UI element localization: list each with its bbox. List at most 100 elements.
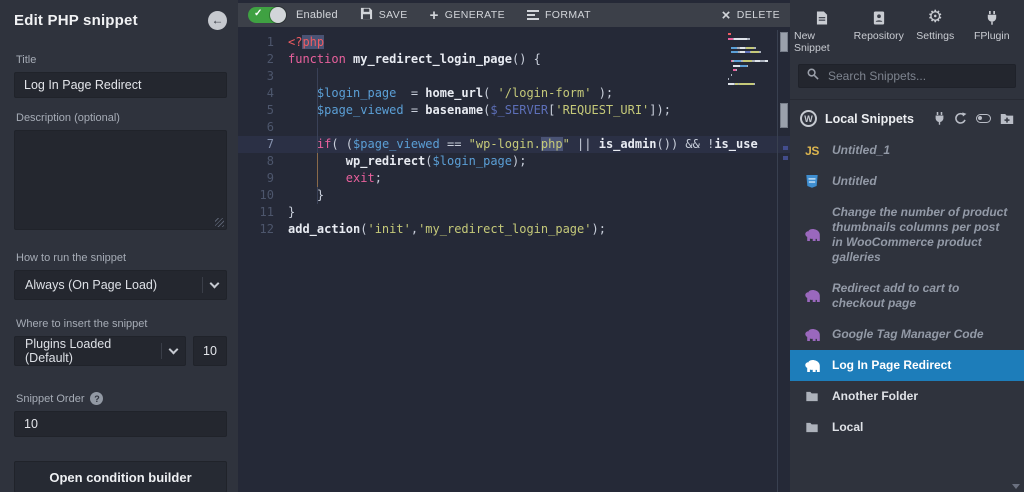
run-select-value: Always (On Page Load) — [25, 278, 158, 292]
insert-select[interactable]: Plugins Loaded (Default) — [14, 336, 186, 366]
gear-icon: ⚙ — [927, 7, 943, 26]
snippet-item[interactable]: Change the number of product thumbnails … — [790, 197, 1024, 273]
title-input[interactable] — [14, 72, 227, 98]
php-icon — [802, 328, 822, 342]
toggle-knob — [270, 7, 286, 23]
editor-toolbar: ✓ Enabled SAVE + GENERATE FORMAT × DELET… — [238, 0, 790, 30]
snippet-order-input[interactable] — [14, 411, 227, 437]
search-icon — [807, 67, 819, 85]
snippet-item[interactable]: Untitled — [790, 166, 1024, 197]
scroll-down-icon[interactable] — [1012, 484, 1020, 489]
insert-label: Where to insert the snippet — [16, 318, 148, 330]
snippet-item[interactable]: Redirect add to cart to checkout page — [790, 273, 1024, 319]
js-icon: JS — [805, 143, 819, 158]
resize-grip[interactable] — [215, 218, 224, 227]
code-line: 1 <?php — [266, 35, 325, 49]
code-editor-pane: ✓ Enabled SAVE + GENERATE FORMAT × DELET… — [238, 0, 790, 492]
search-box[interactable] — [798, 64, 1016, 88]
delete-button[interactable]: × DELETE — [722, 8, 780, 23]
nav-new-snippet[interactable]: New Snippet — [794, 8, 851, 54]
folder-icon — [802, 422, 822, 433]
plug-icon — [986, 8, 998, 25]
run-select[interactable]: Always (On Page Load) — [14, 270, 227, 300]
generate-button[interactable]: + GENERATE — [430, 8, 505, 23]
folder-item[interactable]: Local — [790, 412, 1024, 443]
code-line: 7 if( ($page_viewed == "wp-login.php" ||… — [238, 136, 790, 153]
snippets-sidebar: New Snippet Repository ⚙ Settings FPlugi… — [790, 0, 1024, 492]
id-badge-icon — [873, 8, 885, 25]
format-button[interactable]: FORMAT — [526, 9, 591, 21]
php-icon — [802, 359, 822, 373]
local-snippets-header: W Local Snippets — [790, 100, 1024, 135]
document-icon — [816, 8, 828, 25]
code-line: 2 function my_redirect_login_page() { — [266, 52, 541, 66]
chevron-down-icon — [168, 344, 179, 354]
open-condition-builder-button[interactable]: Open condition builder — [14, 461, 227, 492]
local-snippets-title: Local Snippets — [825, 111, 914, 126]
snippet-item[interactable]: JS Untitled_1 — [790, 135, 1024, 166]
code-line: 11} — [259, 205, 296, 219]
search-input[interactable] — [826, 68, 1007, 84]
save-icon — [360, 7, 373, 23]
description-label: Description (optional) — [16, 112, 120, 124]
snippet-title: Local — [832, 420, 864, 434]
format-lines-icon — [526, 10, 539, 20]
run-label: How to run the snippet — [16, 252, 127, 264]
code-line: 8 wp_redirect($login_page); — [266, 153, 527, 170]
php-icon — [802, 228, 822, 242]
nav-repository[interactable]: Repository — [851, 8, 908, 54]
snippet-title: Another Folder — [832, 389, 918, 403]
sidebar-nav: New Snippet Repository ⚙ Settings FPlugi… — [790, 0, 1024, 54]
snippet-item[interactable]: Log In Page Redirect — [790, 350, 1024, 381]
add-folder-icon[interactable] — [1000, 113, 1014, 125]
nav-fplugin[interactable]: FPlugin — [964, 8, 1021, 54]
minimap[interactable] — [728, 33, 774, 87]
code-line: 9 exit; — [266, 170, 382, 187]
nav-settings[interactable]: ⚙ Settings — [907, 8, 964, 54]
insert-priority-input[interactable] — [193, 336, 227, 366]
wordpress-icon: W — [800, 110, 817, 127]
back-arrow-icon: ← — [211, 13, 224, 27]
help-icon[interactable]: ? — [90, 392, 104, 405]
snippet-title: Google Tag Manager Code — [832, 327, 984, 341]
snippet-title: Log In Page Redirect — [832, 358, 952, 372]
snippet-title: Untitled_1 — [832, 143, 891, 157]
snippet-title: Change the number of product thumbnails … — [832, 205, 1008, 264]
code-line: 12 add_action('init','my_redirect_login_p… — [259, 222, 606, 236]
code-line: 3 — [238, 68, 790, 85]
edit-snippet-header: Edit PHP snippet ← — [14, 0, 227, 40]
code-line: 10 } — [259, 187, 325, 204]
snippet-list: JS Untitled_1 Untitled Change the number of… — [790, 135, 1024, 492]
plus-icon: + — [429, 6, 439, 24]
description-textarea[interactable] — [14, 130, 227, 230]
folder-item[interactable]: Another Folder — [790, 381, 1024, 412]
editor-scrollbar — [777, 30, 790, 492]
title-label: Title — [16, 54, 37, 66]
plug-icon[interactable] — [934, 112, 945, 125]
select-divider — [202, 277, 203, 293]
search-match-marker — [783, 156, 788, 160]
snippet-title: Redirect add to cart to checkout page — [832, 281, 960, 310]
toggle-icon[interactable] — [976, 114, 991, 123]
edit-snippet-panel: Edit PHP snippet ← Title Description (op… — [0, 0, 238, 492]
back-button[interactable]: ← — [208, 10, 227, 30]
enabled-label: Enabled — [296, 9, 338, 21]
insert-select-value: Plugins Loaded (Default) — [25, 337, 112, 365]
search-match-marker — [783, 146, 788, 150]
snippet-plugin-window: Edit PHP snippet ← Title Description (op… — [0, 0, 1024, 492]
save-button[interactable]: SAVE — [360, 7, 408, 23]
code-editor[interactable]: 1 <?php 2 function my_redirect_login_page()… — [238, 30, 790, 492]
snippet-item[interactable]: Google Tag Manager Code — [790, 319, 1024, 350]
scrollbar-thumb[interactable] — [780, 32, 788, 52]
check-icon: ✓ — [254, 8, 263, 19]
chevron-down-icon — [209, 278, 220, 288]
sync-icon[interactable] — [954, 112, 967, 125]
folder-icon — [802, 391, 822, 402]
page-title: Edit PHP snippet — [14, 11, 138, 29]
select-divider — [161, 343, 162, 359]
code-lines: 1 <?php 2 function my_redirect_login_page()… — [238, 34, 790, 238]
snippet-order-label: Snippet Order ? — [16, 392, 227, 405]
scrollbar-thumb[interactable] — [780, 103, 788, 128]
enabled-toggle[interactable]: ✓ — [248, 7, 286, 23]
snippet-title: Untitled — [832, 174, 877, 188]
